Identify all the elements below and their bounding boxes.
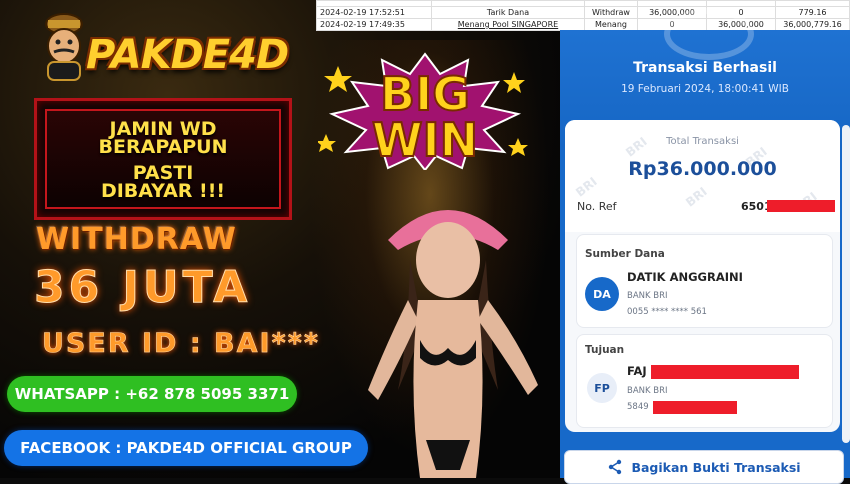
user-id: USER ID : BAI*** — [42, 328, 320, 360]
big-win-line-2: WIN — [372, 113, 478, 167]
dest-avatar: FP — [587, 373, 617, 403]
banner-line-2: BERAPAPUN — [98, 136, 228, 158]
receipt-datetime: 19 Februari 2024, 18:00:41 WIB — [621, 83, 789, 95]
cell-desc-link[interactable]: Menang Pool SINGAPORE — [431, 18, 585, 31]
mascot-icon — [45, 13, 83, 81]
cell-type: Withdraw — [584, 6, 638, 19]
total-label: Total Transaksi — [666, 136, 739, 147]
whatsapp-contact[interactable]: WHATSAPP : +62 878 5095 3371 — [7, 376, 297, 412]
table-row: 2024-02-19 17:52:51 Tarik Dana Withdraw … — [316, 6, 850, 19]
guarantee-banner: JAMIN WD BERAPAPUN PASTI DIBAYAR !!! — [34, 98, 292, 220]
cell-balance: 36,000,779.16 — [775, 18, 850, 31]
share-label: Bagikan Bukti Transaksi — [631, 459, 801, 475]
cell-date: 2024-02-19 17:52:51 — [316, 6, 432, 19]
total-value: Rp36.000.000 — [628, 158, 777, 180]
receipt-card: BRI BRI BRI BRI BRI Total Transaksi Rp36… — [565, 120, 840, 432]
cell-date: 2024-02-19 17:49:35 — [316, 18, 432, 31]
success-circle-icon — [664, 8, 754, 60]
withdraw-label: WITHDRAW — [36, 222, 237, 257]
dest-account: 5849 — [627, 402, 649, 412]
transaction-history-strip: 2024-02-19 17:52:51 Tarik Dana Withdraw … — [316, 0, 850, 31]
banner-line-4: DIBAYAR !!! — [100, 180, 226, 202]
share-receipt-button[interactable]: Bagikan Bukti Transaksi — [564, 450, 844, 484]
destination-account-card: Tujuan FP FAJ BANK BRI 5849 — [576, 334, 833, 428]
ref-label: No. Ref — [577, 200, 617, 213]
cell-type: Menang — [584, 18, 638, 31]
transaction-history-table: 2024-02-19 17:52:51 Tarik Dana Withdraw … — [316, 0, 850, 31]
redaction-bar — [767, 200, 835, 212]
bank-receipt-screen: Transaksi Berhasil 19 Februari 2024, 18:… — [560, 8, 850, 484]
model-illustration — [368, 210, 538, 478]
source-label: Sumber Dana — [585, 248, 665, 260]
cell-desc: Tarik Dana — [431, 6, 585, 19]
brand-name: PAKDE4D — [86, 32, 289, 78]
source-bank: BANK BRI — [627, 291, 668, 301]
dest-name: FAJ — [627, 364, 647, 378]
guarantee-banner-inner: JAMIN WD BERAPAPUN PASTI DIBAYAR !!! — [45, 109, 281, 209]
withdraw-amount: 36 JUTA — [33, 262, 252, 314]
cell-balance: 779.16 — [775, 6, 850, 19]
dest-label: Tujuan — [585, 344, 625, 356]
brand-logo: PAKDE4D — [38, 8, 289, 88]
promo-panel: PAKDE4D JAMIN WD BERAPAPUN PASTI DIBAYAR… — [0, 0, 560, 478]
source-name: DATIK ANGGRAINI — [627, 270, 743, 284]
big-win-graphic: BIG WIN — [318, 52, 528, 170]
facebook-contact[interactable]: FACEBOOK : PAKDE4D OFFICIAL GROUP — [4, 430, 368, 466]
share-icon — [609, 459, 622, 475]
source-account-card: Sumber Dana DA DATIK ANGGRAINI BANK BRI … — [576, 234, 833, 328]
dest-bank: BANK BRI — [627, 386, 668, 396]
source-avatar: DA — [585, 277, 619, 311]
source-account: 0055 **** **** 561 — [627, 307, 707, 317]
table-row: 2024-02-19 17:49:35 Menang Pool SINGAPOR… — [316, 18, 850, 31]
receipt-title: Transaksi Berhasil — [633, 60, 777, 76]
scrollbar[interactable] — [842, 125, 850, 443]
redaction-bar — [653, 401, 737, 414]
redaction-bar — [651, 365, 799, 379]
